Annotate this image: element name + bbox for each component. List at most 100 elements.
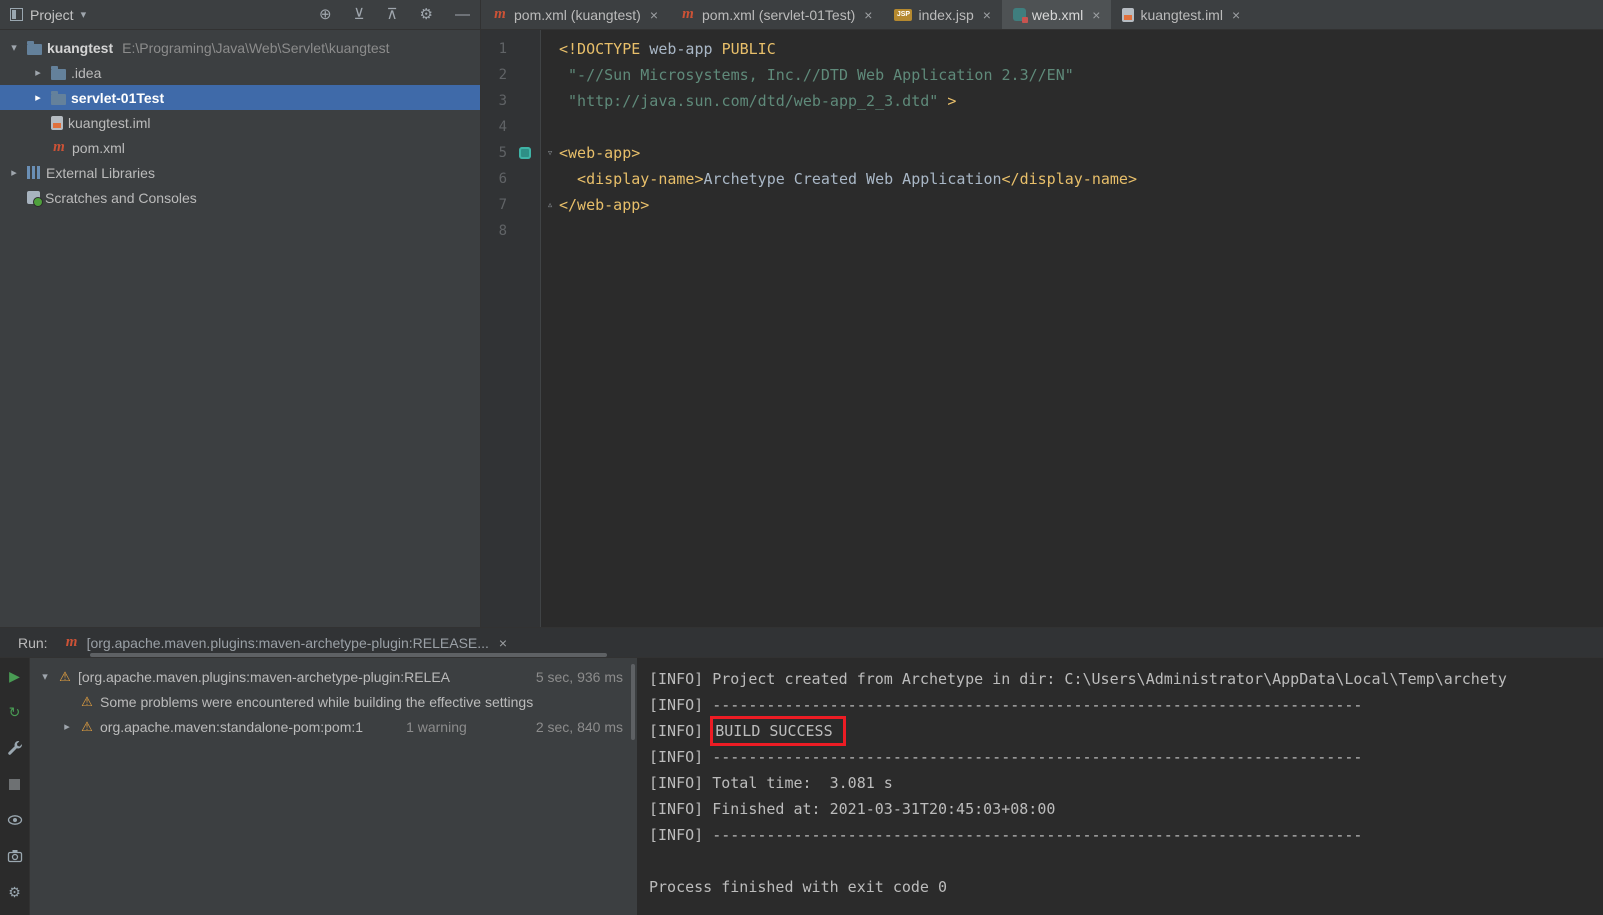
editor-tab[interactable]: m pom.xml (kuangtest) × — [481, 0, 669, 29]
maven-icon: m — [65, 634, 78, 650]
editor-tab-label: pom.xml (servlet-01Test) — [702, 6, 856, 23]
fold-open-icon[interactable]: ▿ — [541, 140, 559, 166]
tab-scrollbar[interactable] — [90, 653, 607, 657]
collapse-all-icon[interactable]: ⊼ — [387, 7, 398, 22]
warning-count: 1 warning — [406, 718, 467, 735]
gutter-space — [509, 36, 541, 62]
project-tree-item[interactable]: ▸ .idea — [0, 60, 480, 85]
chevron-down-icon[interactable]: ▾ — [6, 41, 22, 54]
run-toolbar-stripe: ▶ ↻ ⚙ — [0, 658, 30, 915]
chevron-down-icon[interactable]: ▾ — [81, 8, 87, 21]
fold-space — [541, 62, 559, 88]
console-text: [INFO] ---------------------------------… — [649, 826, 1363, 844]
tree-scrollbar[interactable] — [631, 664, 635, 740]
close-icon[interactable]: × — [650, 7, 658, 23]
fold-space — [541, 166, 559, 192]
editor-tab[interactable]: web.xml × — [1001, 0, 1112, 29]
webapp-gutter-icon — [509, 140, 541, 166]
run-tree-text: org.apache.maven:standalone-pom:pom:1 — [100, 718, 364, 735]
code-text: <web-app> — [559, 144, 641, 162]
run-messages-tree: ▾ ⚠ [org.apache.maven.plugins:maven-archet… — [30, 658, 637, 915]
tree-item-label: Scratches and Consoles — [45, 189, 197, 206]
project-tree-item[interactable]: ▸ External Libraries — [0, 160, 480, 185]
run-console[interactable]: [INFO] Project created from Archetype in… — [637, 658, 1603, 915]
fold-close-icon[interactable]: ▵ — [541, 192, 559, 218]
editor-tab[interactable]: JSP index.jsp × — [883, 0, 1001, 29]
chevron-right-icon[interactable]: ▸ — [6, 166, 22, 179]
line-number: 2 — [498, 67, 507, 83]
stop-icon[interactable] — [7, 776, 23, 792]
warning-icon: ⚠ — [59, 668, 71, 684]
chevron-down-icon[interactable]: ▾ — [38, 670, 52, 683]
run-tree-item[interactable]: ▾ ⚠ [org.apache.maven.plugins:maven-archet… — [30, 664, 637, 689]
restart-icon[interactable]: ↻ — [7, 704, 23, 720]
code-text: "-//Sun Microsystems, Inc.//DTD Web Appl… — [559, 66, 1074, 84]
project-tree-item[interactable]: kuangtest.iml — [0, 110, 480, 135]
ide-window: Project ▾ ⊕ ⊻ ⊼ ⚙ ― m pom.xml (kuangtest)… — [0, 0, 1603, 915]
top-bar: Project ▾ ⊕ ⊻ ⊼ ⚙ ― m pom.xml (kuangtest)… — [0, 0, 1603, 30]
console-line: [INFO] ---------------------------------… — [649, 822, 1603, 848]
run-panel-title: Run: — [18, 634, 48, 651]
code-text: "http://java.sun.com/dtd/web-app_2_3.dtd… — [559, 92, 957, 110]
close-icon[interactable]: × — [864, 7, 872, 23]
chevron-right-icon[interactable]: ▸ — [60, 720, 74, 733]
gutter-space — [509, 218, 541, 244]
maven-file-icon: m — [494, 6, 506, 22]
console-text: [INFO] ---------------------------------… — [649, 696, 1363, 714]
folder-file-icon — [51, 65, 66, 80]
project-view-selector[interactable]: Project — [30, 7, 74, 23]
rerun-icon[interactable]: ▶ — [7, 668, 23, 684]
code-line: 7 ▵ </web-app> — [481, 192, 1603, 218]
code-line: 3 "http://java.sun.com/dtd/web-app_2_3.d… — [481, 88, 1603, 114]
gutter-space — [509, 166, 541, 192]
editor-tab-bar: m pom.xml (kuangtest) × m pom.xml (servlet-0… — [481, 0, 1603, 29]
project-tree-panel: ▾ kuangtest E:\Programing\Java\Web\Servlet… — [0, 30, 481, 627]
wrench-icon[interactable] — [7, 740, 23, 756]
line-number: 1 — [498, 41, 507, 57]
console-text: [INFO] ---------------------------------… — [649, 748, 1363, 766]
expand-all-icon[interactable]: ⊻ — [354, 7, 365, 22]
main-area: ▾ kuangtest E:\Programing\Java\Web\Servlet… — [0, 30, 1603, 627]
code-editor[interactable]: 1 <!DOCTYPE web-app PUBLIC 2 "-//Sun Micro… — [481, 30, 1603, 627]
tree-item-label: .idea — [71, 64, 102, 81]
elapsed-time: 2 sec, 840 ms — [535, 718, 623, 735]
camera-icon[interactable] — [7, 848, 23, 864]
close-icon[interactable]: × — [1092, 7, 1100, 23]
project-tree-item[interactable]: m pom.xml — [0, 135, 480, 160]
hide-panel-icon[interactable]: ― — [455, 7, 470, 22]
chevron-right-icon[interactable]: ▸ — [30, 66, 46, 79]
locate-file-icon[interactable]: ⊕ — [319, 7, 332, 22]
project-tree-item[interactable]: ▾ kuangtest E:\Programing\Java\Web\Servlet… — [0, 35, 480, 60]
close-icon[interactable]: × — [983, 7, 991, 23]
library-file-icon — [27, 166, 41, 179]
eye-icon[interactable] — [7, 812, 23, 828]
run-tab[interactable]: m [org.apache.maven.plugins:maven-archet… — [64, 634, 507, 651]
project-tree-item[interactable]: ▸ servlet-01Test — [0, 85, 480, 110]
chevron-right-icon[interactable]: ▸ — [30, 91, 46, 104]
fold-space — [541, 88, 559, 114]
editor-tab-label: pom.xml (kuangtest) — [514, 6, 641, 23]
gear-icon[interactable]: ⚙ — [420, 7, 433, 22]
line-number: 6 — [498, 171, 507, 187]
editor-tab[interactable]: kuangtest.iml × — [1111, 0, 1251, 29]
console-text: [INFO] — [649, 722, 713, 740]
console-line: [INFO] Total time: 3.081 s — [649, 770, 1603, 796]
editor-tab[interactable]: m pom.xml (servlet-01Test) × — [669, 0, 883, 29]
line-number: 5 — [498, 145, 507, 161]
code-line: 4 — [481, 114, 1603, 140]
folder-file-icon — [27, 40, 42, 55]
project-tree-item[interactable]: Scratches and Consoles — [0, 185, 480, 210]
tree-item-label: kuangtest.iml — [68, 114, 151, 131]
console-line: [INFO] Project created from Archetype in… — [649, 666, 1603, 692]
run-tree-item[interactable]: ▸ ⚠ org.apache.maven:standalone-pom:pom:1 1… — [30, 714, 637, 739]
maven-file-icon: m — [53, 139, 65, 155]
run-tree-item[interactable]: ⚠ Some problems were encountered while bu… — [30, 689, 637, 714]
run-tab-label: [org.apache.maven.plugins:maven-archetyp… — [86, 634, 489, 651]
folder-file-icon — [51, 90, 66, 105]
gear-icon-bottom[interactable]: ⚙ — [7, 884, 23, 900]
close-icon[interactable]: × — [1232, 7, 1240, 23]
close-icon[interactable]: × — [499, 635, 507, 651]
gutter-space — [509, 114, 541, 140]
console-line: [INFO] ---------------------------------… — [649, 744, 1603, 770]
